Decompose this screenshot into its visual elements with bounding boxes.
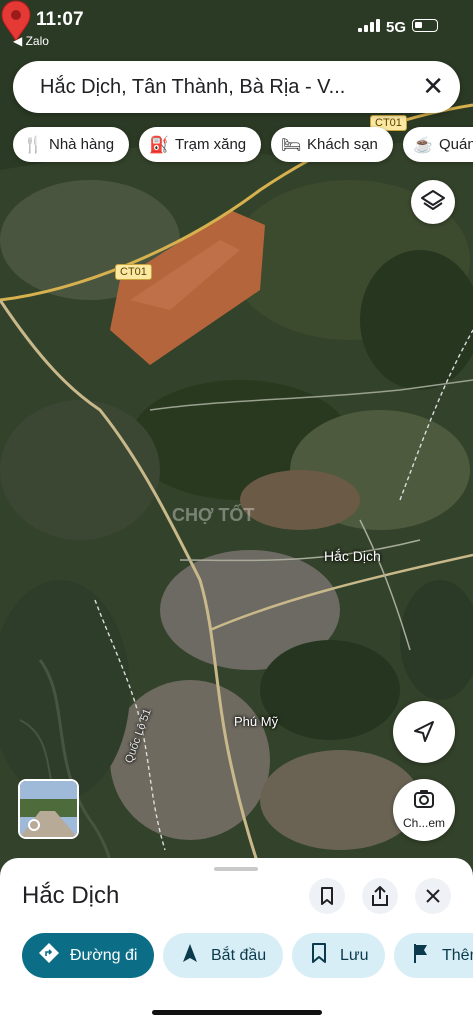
search-query[interactable]: Hắc Dịch, Tân Thành, Bà Rịa - V... [40,76,345,99]
back-to-app-link[interactable]: ◀ Zalo [13,34,49,48]
camera-icon [414,790,434,808]
street-view-photo [20,781,77,837]
watermark: CHỢ TỐT [172,505,255,525]
save-button[interactable]: Lưu [292,933,385,978]
layers-icon [421,190,445,210]
close-sheet-button[interactable] [415,878,451,914]
map-label-selected[interactable]: Hắc Dịch [324,548,381,564]
action-label: Bắt đầu [211,946,267,964]
chip-label: Quán [439,136,473,153]
share-icon [372,886,388,906]
search-bar[interactable]: Hắc Dịch, Tân Thành, Bà Rịa - V... ✕ [13,61,460,113]
place-title: Hắc Dịch [22,882,120,909]
action-label: Thêm [442,946,473,964]
close-icon[interactable]: ✕ [422,73,444,99]
bed-icon: 🛏 [281,136,302,154]
navigation-arrow-icon [414,721,434,742]
start-button[interactable]: Bắt đầu [163,933,283,978]
drag-handle[interactable] [214,867,258,871]
action-label: Lưu [340,946,369,964]
gas-pump-icon: ⛽ [149,136,169,154]
street-view-thumbnail[interactable] [18,779,79,839]
street-view-button[interactable]: Ch...em [393,779,455,841]
bookmark-icon [308,942,330,969]
chip-hotels[interactable]: 🛏 Khách sạn [271,127,393,162]
status-bar: 11:07 ◀ Zalo 5G [0,0,473,50]
directions-button[interactable]: Đường đi [22,933,154,978]
navigation-arrow-icon [179,942,201,969]
map-label-town[interactable]: Phú Mỹ [234,714,278,729]
place-bottom-sheet[interactable]: Hắc Dịch Đường đi Bắt đầu Lưu Thê [0,858,473,1024]
bookmark-icon [321,887,333,905]
my-location-button[interactable] [393,701,455,763]
chip-label: Nhà hàng [49,136,115,153]
chip-label: Khách sạn [307,136,378,153]
chip-cafes[interactable]: ☕ Quán [403,127,473,162]
layers-button[interactable] [411,180,455,224]
share-button[interactable] [362,878,398,914]
chip-restaurants[interactable]: 🍴 Nhà hàng [13,127,129,162]
signal-icon [358,18,380,32]
battery-icon [412,19,438,32]
network-type: 5G [386,19,407,36]
status-time: 11:07 [36,9,84,30]
add-label-button[interactable]: Thêm [394,933,473,978]
chip-label: Trạm xăng [175,136,247,153]
fork-knife-icon: 🍴 [23,136,43,154]
chip-gas-stations[interactable]: ⛽ Trạm xăng [139,127,261,162]
save-place-button[interactable] [309,878,345,914]
coffee-cup-icon: ☕ [413,136,433,154]
road-label-ct01: CT01 [115,264,152,280]
flag-icon [410,942,432,969]
home-indicator[interactable] [152,1010,322,1015]
action-label: Đường đi [70,946,138,964]
close-icon [426,889,440,903]
street-view-label: Ch...em [402,816,445,830]
category-chips: 🍴 Nhà hàng ⛽ Trạm xăng 🛏 Khách sạn ☕ Quá… [13,127,473,163]
directions-icon [38,942,60,969]
